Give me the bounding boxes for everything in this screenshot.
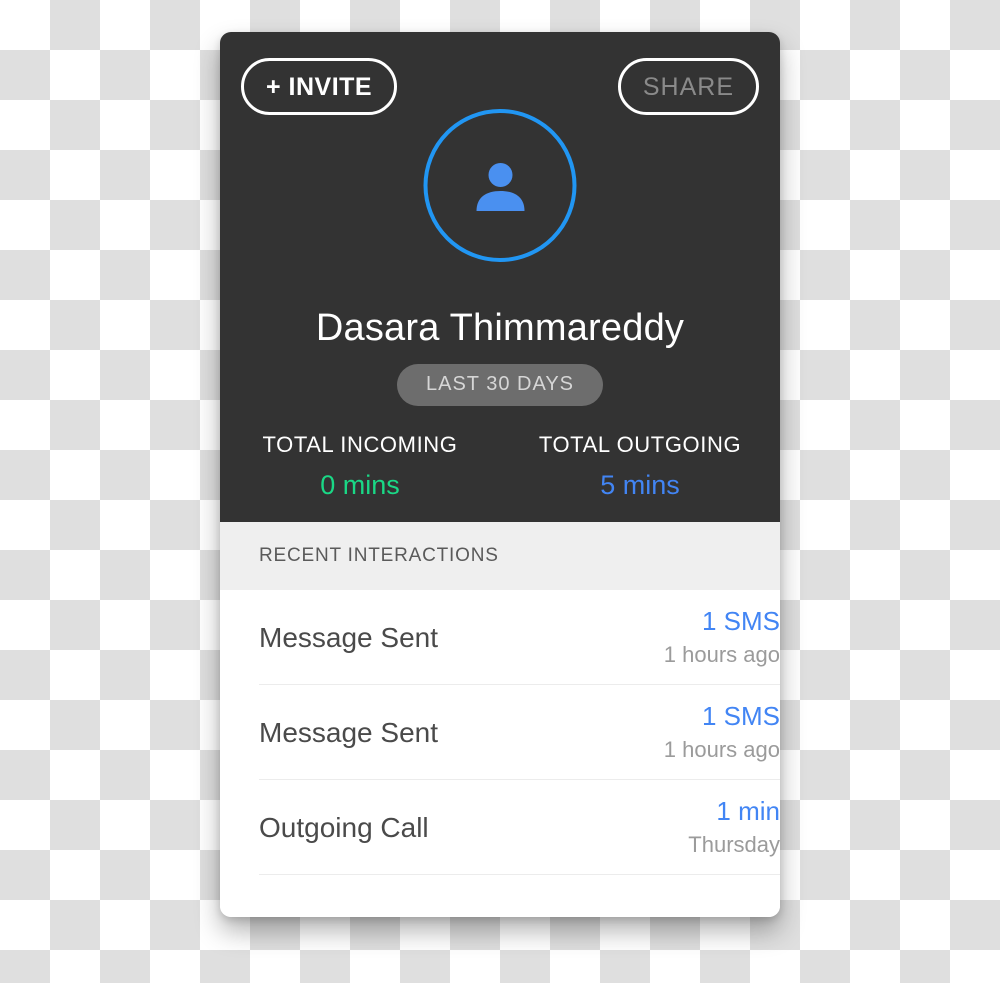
interaction-time: 1 hours ago <box>663 641 780 667</box>
stat-total-incoming-value: 0 mins <box>320 470 400 500</box>
interaction-meta: 1 min Thursday <box>688 795 780 859</box>
recent-interactions-header: RECENT INTERACTIONS <box>220 522 780 590</box>
stat-total-outgoing-value: 5 mins <box>600 470 680 500</box>
invite-button[interactable]: + INVITE <box>241 58 398 115</box>
stat-total-incoming-label: TOTAL INCOMING <box>262 432 458 457</box>
page-title: Dasara Thimmareddy <box>315 307 685 349</box>
contact-profile-card: + INVITE SHARE Dasara Thimmareddy LAST 3… <box>220 32 780 917</box>
interaction-time: 1 hours ago <box>663 736 780 762</box>
share-button[interactable]: SHARE <box>617 58 759 115</box>
stat-total-outgoing: TOTAL OUTGOING 5 mins <box>500 432 780 501</box>
person-icon <box>476 162 524 211</box>
list-item[interactable]: Outgoing Call 1 min Thursday <box>220 780 780 875</box>
interaction-title: Message Sent <box>259 621 438 653</box>
interaction-count: 1 SMS <box>701 701 780 732</box>
recent-interactions-title: RECENT INTERACTIONS <box>259 545 499 566</box>
list-item[interactable]: Message Sent 1 SMS 1 hours ago <box>220 685 780 780</box>
interaction-count: 1 min <box>716 796 780 827</box>
avatar[interactable] <box>423 109 577 262</box>
interaction-title: Outgoing Call <box>259 811 429 843</box>
stats-row: TOTAL INCOMING 0 mins TOTAL OUTGOING 5 m… <box>220 432 780 501</box>
interaction-meta: 1 SMS 1 hours ago <box>664 605 780 669</box>
interaction-time: Thursday <box>688 831 780 857</box>
interaction-meta: 1 SMS 1 hours ago <box>664 700 780 764</box>
list-item[interactable]: Message Sent 1 SMS 1 hours ago <box>220 590 780 685</box>
stat-total-outgoing-label: TOTAL OUTGOING <box>538 432 742 457</box>
interaction-list: Message Sent 1 SMS 1 hours ago Message S… <box>220 590 780 917</box>
date-range-badge[interactable]: LAST 30 DAYS <box>397 364 603 406</box>
profile-header: + INVITE SHARE Dasara Thimmareddy LAST 3… <box>220 32 780 522</box>
interaction-title: Message Sent <box>259 716 438 748</box>
interaction-count: 1 SMS <box>701 606 780 637</box>
stat-total-incoming: TOTAL INCOMING 0 mins <box>220 432 500 501</box>
